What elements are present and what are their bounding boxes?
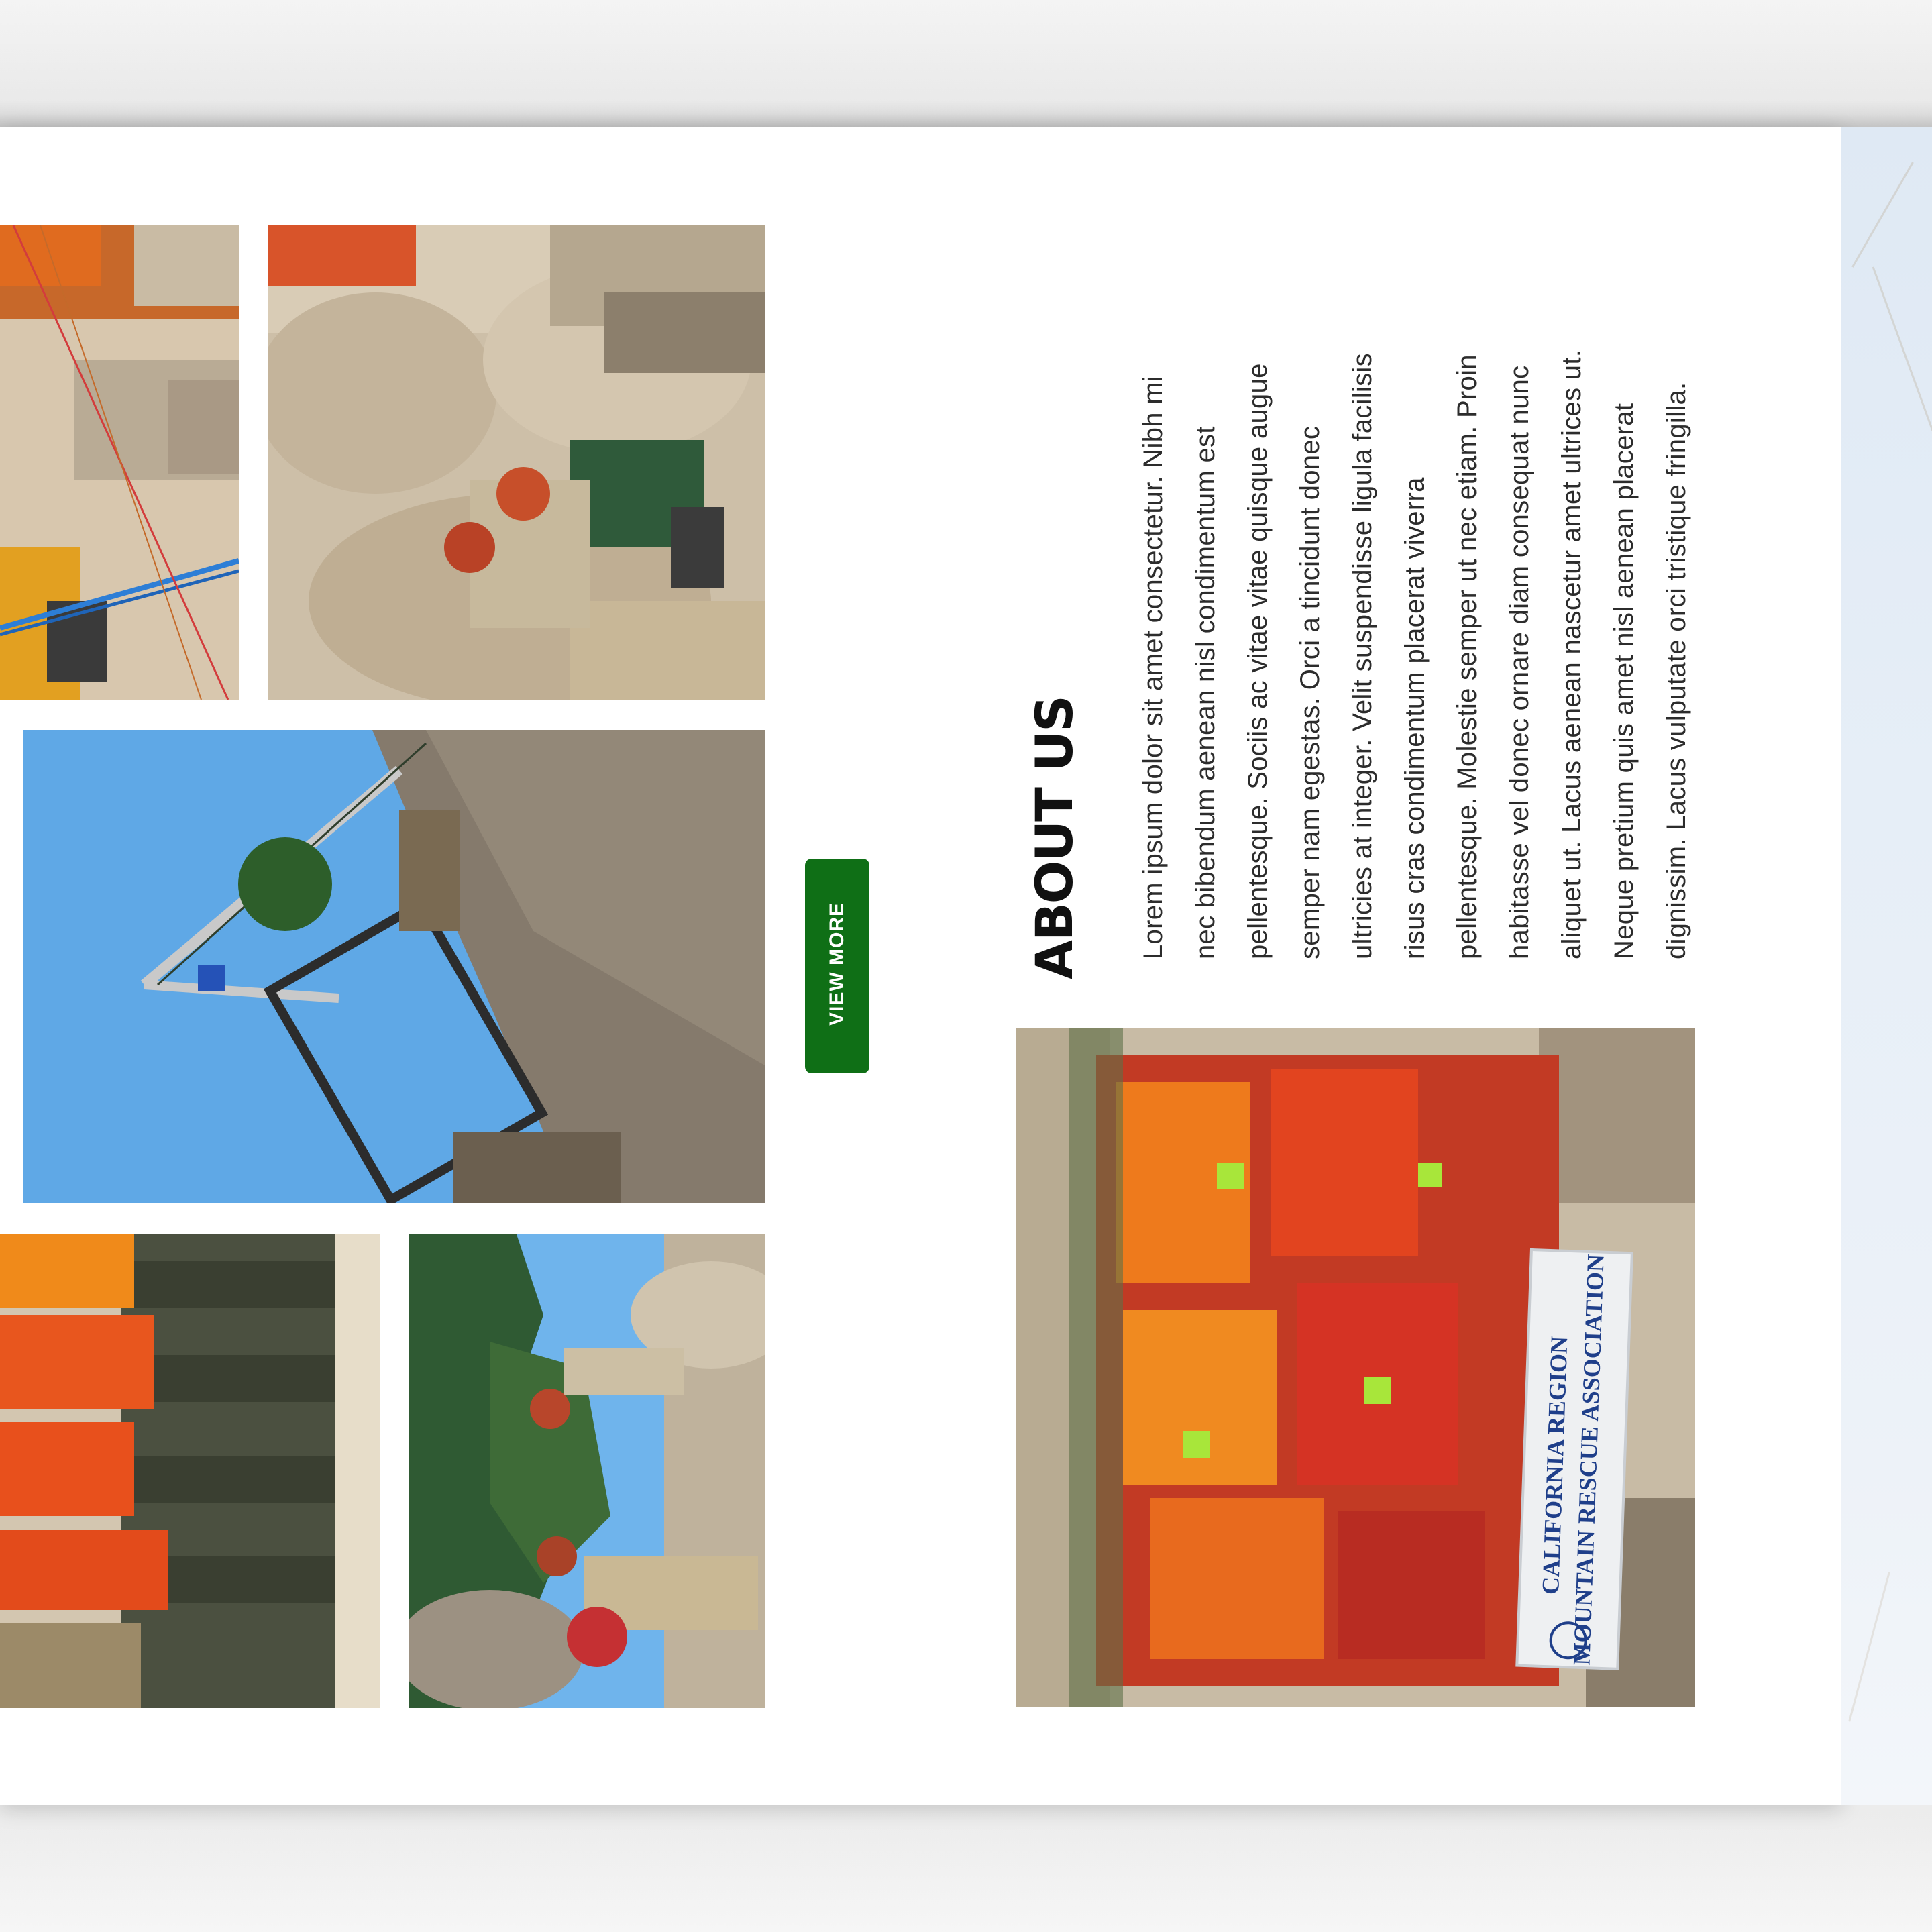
gallery-photo-rope-rigging[interactable] [0, 225, 239, 700]
paragraph-line: risus cras condimentum placerat viverra [1400, 477, 1430, 959]
gallery-photo-litter-rigging[interactable] [23, 730, 765, 1203]
top-shadow [0, 101, 1932, 127]
gallery-photo-rescuers-forest[interactable] [409, 1234, 765, 1708]
about-group-photo: CALIFORNIA REGION MOUNTAIN RESCUE ASSOCI… [1016, 1028, 1695, 1707]
paragraph-line: Lorem ipsum dolor sit amet consectetur. … [1138, 376, 1168, 959]
paragraph-line: habitasse vel donec ornare diam consequa… [1505, 365, 1534, 959]
paragraph-line: ultricies at integer. Velit suspendisse … [1348, 353, 1377, 959]
view-more-button[interactable]: VIEW MORE [805, 859, 869, 1073]
paragraph-line: aliquet ut. Lacus aenean nascetur amet u… [1557, 349, 1587, 959]
side-background-strip [1841, 127, 1932, 1805]
view-more-label: VIEW MORE [826, 902, 848, 1026]
about-paragraph-container: Lorem ipsum dolor sit amet consectetur. … [1127, 231, 1691, 959]
paragraph-line: Neque pretium quis amet nisl aenean plac… [1609, 402, 1639, 959]
gallery-photo-rescuers-boulders[interactable] [268, 225, 765, 700]
about-heading-container: ABOUT US [1024, 696, 1084, 979]
about-paragraph: Lorem ipsum dolor sit amet consectetur. … [1127, 231, 1691, 959]
paragraph-line: semper nam egestas. Orci a tincidunt don… [1295, 425, 1325, 959]
paragraph-line: pellentesque. Sociis ac vitae vitae quis… [1243, 363, 1273, 959]
paragraph-line: pellentesque. Molestie semper ut nec eti… [1452, 354, 1482, 959]
paragraph-line: nec bibendum aenean nisl condimentum est [1191, 426, 1220, 959]
gallery-photo-team-orange[interactable] [0, 1234, 380, 1708]
about-heading: ABOUT US [1024, 696, 1084, 979]
paragraph-line: dignissim. Lacus vulputate orci tristiqu… [1662, 382, 1691, 959]
